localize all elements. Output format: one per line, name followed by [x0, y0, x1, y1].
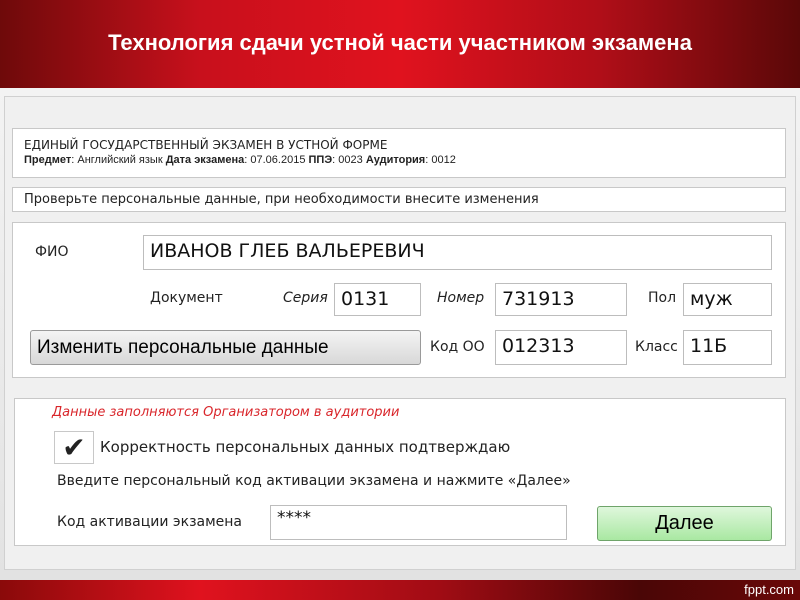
- exam-details: Предмет: Английский язык Дата экзамена: …: [24, 154, 456, 166]
- class-field[interactable]: 11Б: [683, 330, 772, 365]
- document-label: Документ: [150, 290, 223, 306]
- number-label: Номер: [437, 290, 485, 306]
- checkmark-icon: ✔: [62, 431, 86, 464]
- slide-header: Технология сдачи устной части участником…: [0, 0, 800, 88]
- exam-info-box: ЕДИНЫЙ ГОСУДАРСТВЕННЫЙ ЭКЗАМЕН В УСТНОЙ …: [12, 128, 786, 178]
- activation-instruction: Введите персональный код активации экзам…: [57, 473, 571, 489]
- notice-text: Проверьте персональные данные, при необх…: [24, 192, 539, 207]
- footer-brand: fppt.com: [744, 582, 794, 597]
- slide-title: Технология сдачи устной части участником…: [108, 30, 692, 55]
- date-value: 07.06.2015: [250, 154, 306, 166]
- school-code-field[interactable]: 012313: [495, 330, 627, 365]
- slide-footer: fppt.com: [0, 580, 800, 600]
- ppe-value: 0023: [338, 154, 363, 166]
- subject-value: Английский язык: [77, 154, 163, 166]
- subject-label: Предмет: [24, 154, 72, 166]
- room-label: Аудитория: [365, 154, 426, 166]
- confirm-label: Корректность персональных данных подтвер…: [100, 438, 511, 456]
- next-button[interactable]: Далее: [597, 506, 772, 541]
- ppe-label: ППЭ: [308, 154, 333, 166]
- confirm-checkbox[interactable]: ✔: [54, 431, 94, 464]
- room-value: 0012: [431, 154, 456, 166]
- date-label: Дата экзамена: [165, 154, 245, 166]
- edit-personal-data-button[interactable]: Изменить персональные данные: [30, 330, 421, 365]
- series-label: Серия: [283, 290, 328, 306]
- school-code-label: Код ОО: [430, 339, 485, 355]
- organizer-note: Данные заполняются Организатором в аудит…: [52, 405, 400, 420]
- series-field[interactable]: 0131: [334, 283, 421, 316]
- number-field[interactable]: 731913: [495, 283, 627, 316]
- exam-title: ЕДИНЫЙ ГОСУДАРСТВЕННЫЙ ЭКЗАМЕН В УСТНОЙ …: [24, 138, 388, 152]
- activation-code-input[interactable]: ****: [270, 505, 567, 540]
- fio-label: ФИО: [35, 244, 69, 260]
- sex-field[interactable]: муж: [683, 283, 772, 316]
- activation-code-label: Код активации экзамена: [57, 514, 243, 530]
- fio-field[interactable]: ИВАНОВ ГЛЕБ ВАЛЬЕРЕВИЧ: [143, 235, 772, 270]
- notice-box: Проверьте персональные данные, при необх…: [12, 187, 786, 212]
- class-label: Класс: [635, 339, 678, 355]
- sex-label: Пол: [648, 290, 677, 306]
